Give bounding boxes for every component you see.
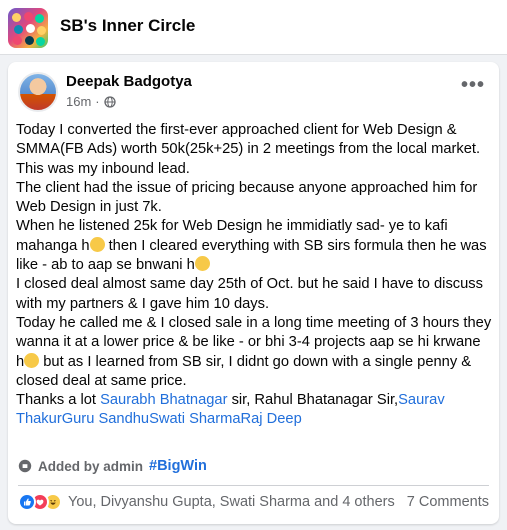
post-line: When he listened 25k for Web Design he i… — [16, 217, 492, 275]
reactions-row: You, Divyanshu Gupta, Swati Sharma and 4… — [18, 491, 489, 513]
hashtag-link[interactable]: #BigWin — [149, 458, 207, 474]
surprised-emoji-icon — [89, 236, 105, 252]
post-text: Thanks a lot — [16, 392, 101, 409]
post-body: Today I converted the first-ever approac… — [16, 121, 492, 430]
post-line: Today he called me & I closed sale in a … — [16, 314, 492, 391]
globe-icon — [103, 95, 116, 108]
post-line: This was my inbound lead. — [16, 160, 190, 177]
more-options-icon[interactable]: ••• — [461, 75, 485, 95]
added-by-row: Added by admin #BigWin — [18, 458, 207, 474]
added-by-label: Added by admin — [38, 458, 144, 474]
author-avatar[interactable] — [18, 72, 58, 112]
group-header: SB's Inner Circle — [0, 0, 507, 55]
post-text: but as I learned from SB sir, I didnt go… — [16, 353, 472, 389]
post-line: I closed deal almost same day 25th of Oc… — [16, 276, 483, 312]
smile-emoji-icon — [194, 256, 210, 272]
divider — [18, 485, 489, 486]
post-line: The client had the issue of pricing beca… — [16, 179, 478, 216]
post-meta: 16m · — [66, 94, 116, 109]
meta-separator: · — [95, 94, 100, 109]
post-line: Today I converted the first-ever approac… — [16, 122, 481, 158]
post-time[interactable]: 16m — [66, 94, 91, 109]
comments-count[interactable]: 7 Comments — [407, 494, 489, 510]
like-icon[interactable] — [18, 493, 36, 511]
post-card: Deepak Badgotya 16m · ••• Today I conver… — [8, 62, 499, 524]
tag-icon — [18, 459, 32, 473]
group-cover-thumbnail[interactable] — [8, 8, 48, 48]
post-line: Thanks a lot Saurabh Bhatnagar sir, Rahu… — [16, 391, 492, 430]
mention-link[interactable]: Saurabh Bhatnagar — [100, 392, 227, 408]
post-text: sir, Rahul Bhatanagar Sir, — [227, 392, 399, 409]
grin-emoji-icon — [24, 352, 40, 368]
group-title[interactable]: SB's Inner Circle — [60, 16, 195, 36]
author-name[interactable]: Deepak Badgotya — [66, 73, 192, 90]
reactors-summary[interactable]: You, Divyanshu Gupta, Swati Sharma and 4… — [68, 494, 395, 510]
